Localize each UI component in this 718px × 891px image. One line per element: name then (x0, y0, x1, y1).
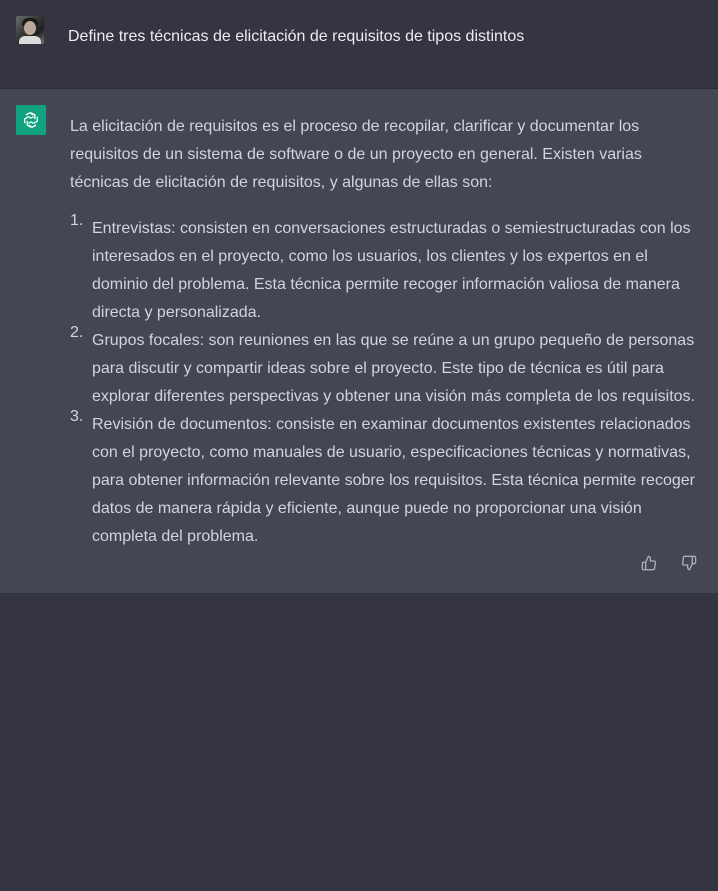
list-item: 1. Entrevistas: consisten en conversacio… (70, 212, 700, 327)
list-item-text: Entrevistas: consisten en conversaciones… (92, 220, 691, 321)
feedback-actions (640, 554, 698, 572)
openai-logo-icon (16, 105, 46, 135)
list-item-number: 1. (70, 212, 84, 229)
list-item-number: 2. (70, 324, 84, 341)
thumbs-up-button[interactable] (640, 554, 658, 572)
thumbs-up-icon (641, 555, 657, 571)
assistant-answer: La elicitación de requisitos es el proce… (70, 113, 700, 551)
list-item-text: Revisión de documentos: consiste en exam… (92, 416, 695, 545)
techniques-list: 1. Entrevistas: consisten en conversacio… (70, 212, 700, 551)
list-item-number: 3. (70, 408, 84, 425)
answer-intro: La elicitación de requisitos es el proce… (70, 118, 642, 191)
thumbs-down-icon (681, 555, 697, 571)
assistant-message-row: La elicitación de requisitos es el proce… (0, 89, 718, 593)
user-message-row: Define tres técnicas de elicitación de r… (0, 0, 718, 89)
user-avatar (16, 16, 44, 44)
list-item-text: Grupos focales: son reuniones en las que… (92, 332, 695, 405)
user-message-text: Define tres técnicas de elicitación de r… (68, 28, 525, 45)
list-item: 2. Grupos focales: son reuniones en las … (70, 324, 700, 411)
list-item: 3. Revisión de documentos: consiste en e… (70, 408, 700, 551)
thumbs-down-button[interactable] (680, 554, 698, 572)
avatar-face (24, 21, 36, 35)
avatar-shirt (19, 36, 41, 44)
